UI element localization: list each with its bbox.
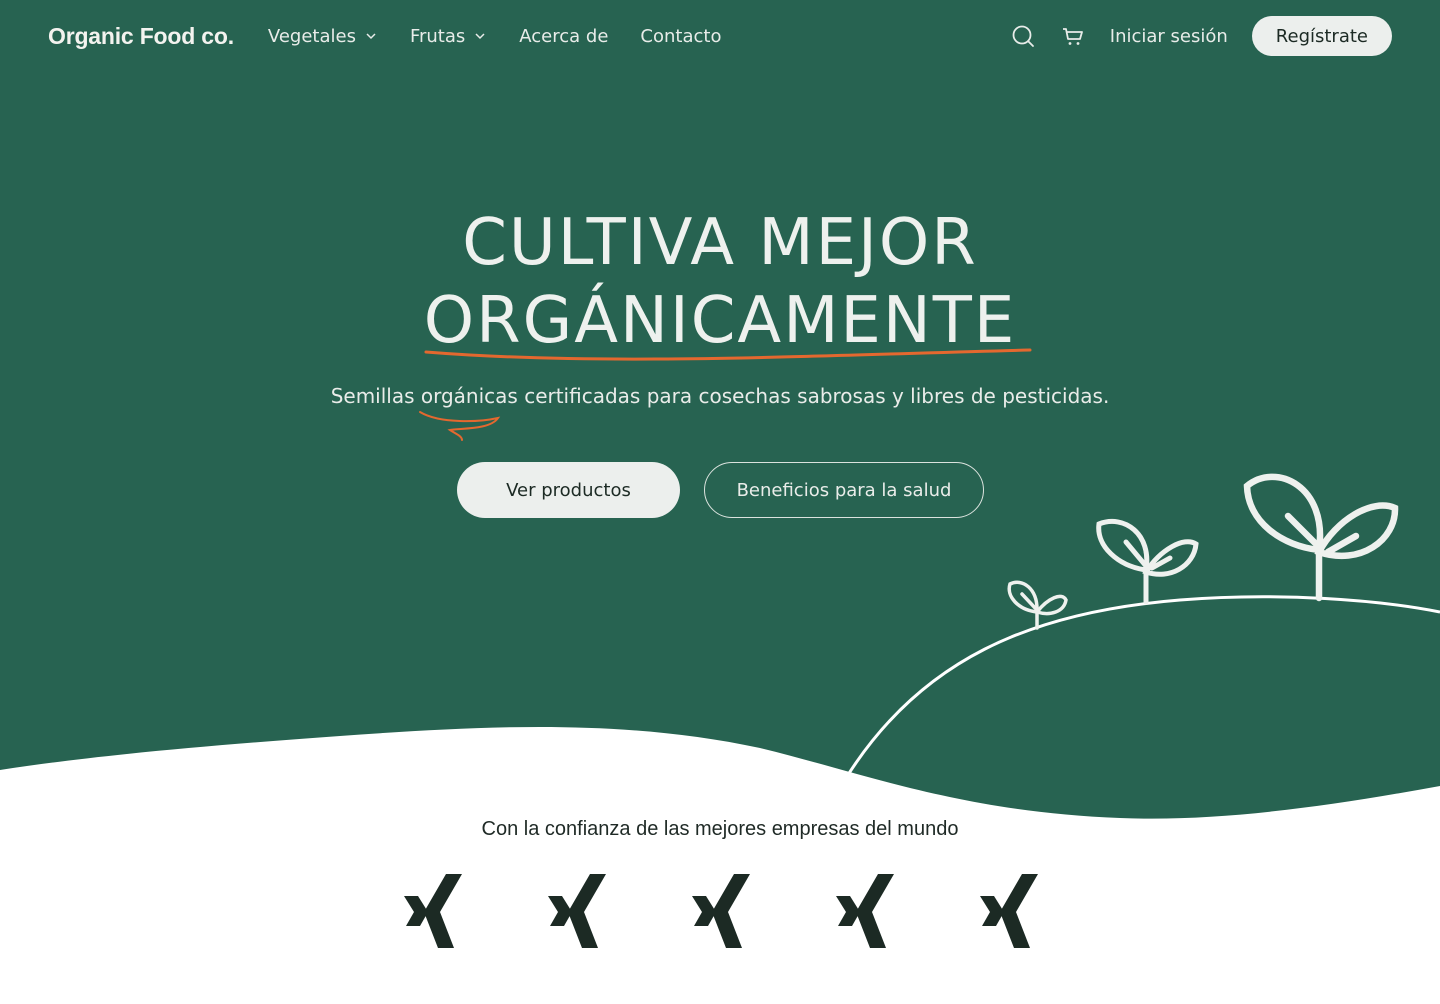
nav-item-contacto[interactable]: Contacto (640, 26, 721, 47)
cart-icon (1062, 28, 1083, 45)
nav-item-label: Vegetales (267, 25, 356, 47)
xing-logo-icon (980, 874, 1038, 948)
hero-wave-shape (0, 0, 1440, 819)
chevron-down-icon (366, 33, 376, 40)
brand-logo[interactable]: Organic Food co. (48, 23, 234, 50)
cart-button[interactable] (1060, 23, 1086, 49)
partner-logos (0, 874, 1440, 948)
nav-item-frutas[interactable]: Frutas (410, 26, 487, 47)
nav-links: Vegetales Frutas Acerca de Contacto (268, 26, 722, 47)
view-products-button[interactable]: Ver productos (457, 462, 680, 518)
hero-headline-line2: ORGÁNICAMENTE (423, 284, 1017, 358)
hero-headline-line1: CULTIVA MEJOR (462, 206, 978, 280)
nav-item-label: Frutas (409, 25, 466, 47)
nav-item-label: Acerca de (519, 25, 609, 47)
xing-logo-icon (404, 874, 462, 948)
nav-item-acerca[interactable]: Acerca de (519, 26, 608, 47)
chevron-down-icon (475, 33, 485, 40)
xing-logo-icon (836, 874, 894, 948)
nav-actions: Iniciar sesión Regístrate (1010, 16, 1392, 56)
hero-subtitle: Semillas orgánicas certificadas para cos… (330, 384, 1110, 408)
xing-logo-icon (548, 874, 606, 948)
nav-item-label: Contacto (640, 25, 722, 47)
signup-button[interactable]: Regístrate (1251, 16, 1392, 56)
xing-logo-icon (692, 874, 750, 948)
top-navigation: Organic Food co. Vegetales Frutas Acerca… (0, 0, 1440, 72)
search-button[interactable] (1010, 23, 1036, 49)
health-benefits-button[interactable]: Beneficios para la salud (704, 462, 984, 518)
trust-label: Con la confianza de las mejores empresas… (481, 818, 959, 840)
search-icon (1012, 25, 1034, 47)
nav-item-vegetales[interactable]: Vegetales (268, 26, 378, 47)
login-link[interactable]: Iniciar sesión (1110, 26, 1228, 47)
landing-page: Organic Food co. Vegetales Frutas Acerca… (0, 0, 1440, 1004)
